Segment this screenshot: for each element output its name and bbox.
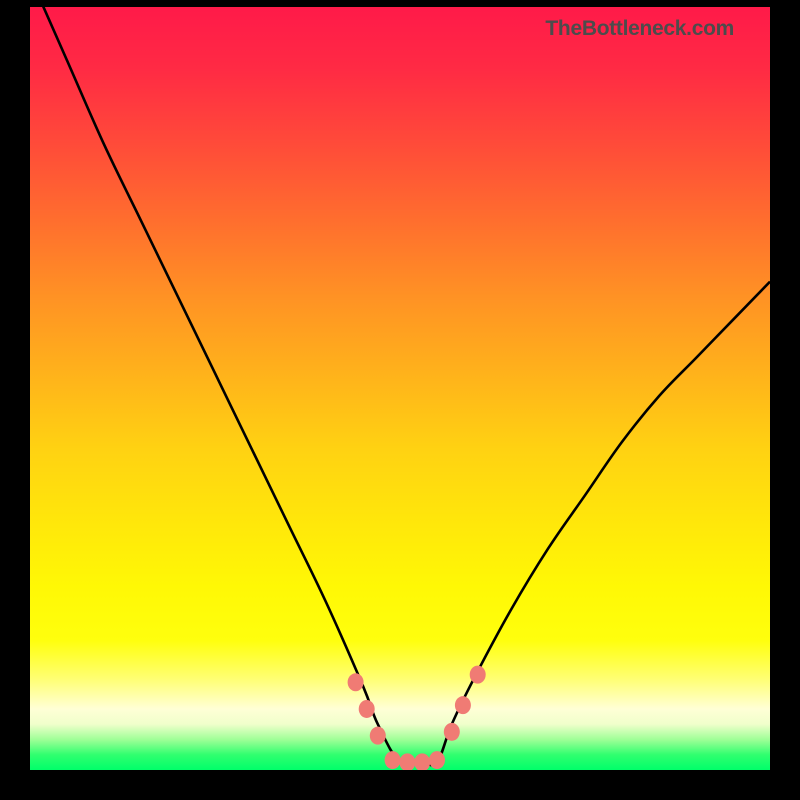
curve-layer: [30, 7, 770, 770]
curve-marker: [359, 700, 375, 718]
watermark-text: TheBottleneck.com: [545, 17, 734, 41]
curve-marker: [470, 666, 486, 684]
curve-marker: [455, 696, 471, 714]
curve-marker: [370, 727, 386, 745]
curve-marker: [444, 723, 460, 741]
curve-marker: [348, 673, 364, 691]
curve-markers: [348, 666, 486, 770]
curve-marker: [429, 751, 445, 769]
chart-frame: TheBottleneck.com: [0, 0, 800, 800]
curve-marker: [414, 753, 430, 770]
curve-marker: [385, 751, 401, 769]
plot-area: TheBottleneck.com: [30, 7, 770, 770]
curve-marker: [399, 753, 415, 770]
bottleneck-curve: [30, 7, 770, 765]
